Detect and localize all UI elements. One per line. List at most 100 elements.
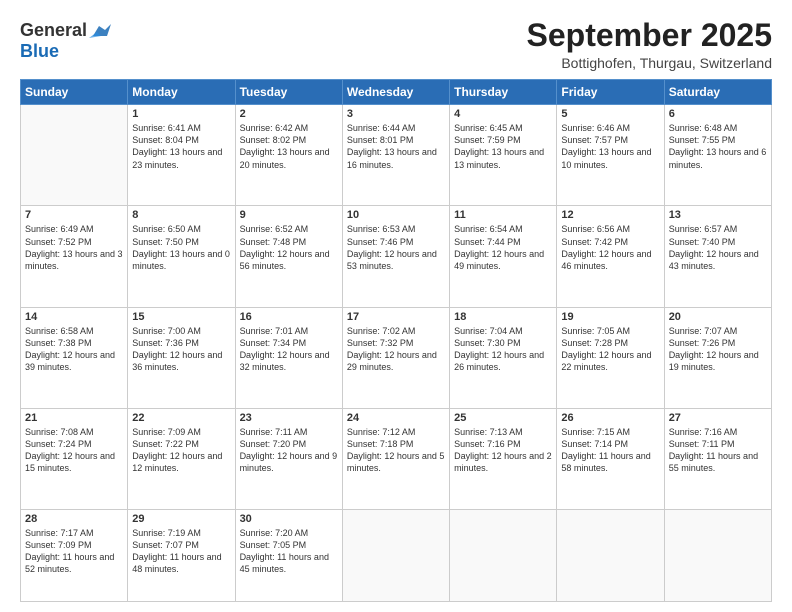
day-info: Sunrise: 6:58 AM Sunset: 7:38 PM Dayligh…	[25, 325, 123, 374]
table-row: 15 Sunrise: 7:00 AM Sunset: 7:36 PM Dayli…	[128, 307, 235, 408]
day-number: 28	[25, 513, 123, 525]
table-row: 24Sunrise: 7:12 AM Sunset: 7:18 PM Dayli…	[342, 408, 449, 509]
table-row: 26Sunrise: 7:15 AM Sunset: 7:14 PM Dayli…	[557, 408, 664, 509]
day-info: Sunrise: 6:44 AM Sunset: 8:01 PM Dayligh…	[347, 122, 445, 171]
day-info: Sunrise: 6:50 AM Sunset: 7:50 PM Dayligh…	[132, 223, 230, 272]
calendar-table: Sunday Monday Tuesday Wednesday Thursday…	[20, 79, 772, 602]
day-info: Sunrise: 6:48 AM Sunset: 7:55 PM Dayligh…	[669, 122, 767, 171]
day-info: Sunrise: 7:04 AM Sunset: 7:30 PM Dayligh…	[454, 325, 552, 374]
day-number: 6	[669, 108, 767, 120]
day-info: Sunrise: 7:01 AM Sunset: 7:34 PM Dayligh…	[240, 325, 338, 374]
title-block: September 2025 Bottighofen, Thurgau, Swi…	[527, 18, 772, 71]
day-number: 25	[454, 412, 552, 424]
table-row: 25Sunrise: 7:13 AM Sunset: 7:16 PM Dayli…	[450, 408, 557, 509]
day-info: Sunrise: 7:09 AM Sunset: 7:22 PM Dayligh…	[132, 426, 230, 475]
day-info: Sunrise: 7:08 AM Sunset: 7:24 PM Dayligh…	[25, 426, 123, 475]
day-info: Sunrise: 6:41 AM Sunset: 8:04 PM Dayligh…	[132, 122, 230, 171]
day-info: Sunrise: 7:15 AM Sunset: 7:14 PM Dayligh…	[561, 426, 659, 475]
header-thursday: Thursday	[450, 80, 557, 105]
day-info: Sunrise: 7:02 AM Sunset: 7:32 PM Dayligh…	[347, 325, 445, 374]
day-number: 30	[240, 513, 338, 525]
day-number: 4	[454, 108, 552, 120]
day-number: 7	[25, 209, 123, 221]
day-number: 17	[347, 311, 445, 323]
table-row: 30 Sunrise: 7:20 AM Sunset: 7:05 PM Dayli…	[235, 509, 342, 601]
day-info: Sunrise: 7:16 AM Sunset: 7:11 PM Dayligh…	[669, 426, 767, 475]
day-number: 8	[132, 209, 230, 221]
day-number: 12	[561, 209, 659, 221]
day-info: Sunrise: 6:42 AM Sunset: 8:02 PM Dayligh…	[240, 122, 338, 171]
day-number: 2	[240, 108, 338, 120]
day-info: Sunrise: 6:57 AM Sunset: 7:40 PM Dayligh…	[669, 223, 767, 272]
table-row: 17 Sunrise: 7:02 AM Sunset: 7:32 PM Dayli…	[342, 307, 449, 408]
table-row: 7 Sunrise: 6:49 AM Sunset: 7:52 PM Daylig…	[21, 206, 128, 307]
day-info: Sunrise: 6:46 AM Sunset: 7:57 PM Dayligh…	[561, 122, 659, 171]
day-info: Sunrise: 6:49 AM Sunset: 7:52 PM Dayligh…	[25, 223, 123, 272]
table-row: 12 Sunrise: 6:56 AM Sunset: 7:42 PM Dayli…	[557, 206, 664, 307]
day-info: Sunrise: 6:53 AM Sunset: 7:46 PM Dayligh…	[347, 223, 445, 272]
table-row: 10Sunrise: 6:53 AM Sunset: 7:46 PM Dayli…	[342, 206, 449, 307]
table-row	[342, 509, 449, 601]
weekday-header-row: Sunday Monday Tuesday Wednesday Thursday…	[21, 80, 772, 105]
table-row: 28 Sunrise: 7:17 AM Sunset: 7:09 PM Dayli…	[21, 509, 128, 601]
table-row	[21, 105, 128, 206]
day-number: 3	[347, 108, 445, 120]
table-row: 21 Sunrise: 7:08 AM Sunset: 7:24 PM Dayli…	[21, 408, 128, 509]
day-info: Sunrise: 6:54 AM Sunset: 7:44 PM Dayligh…	[454, 223, 552, 272]
day-number: 21	[25, 412, 123, 424]
day-info: Sunrise: 7:07 AM Sunset: 7:26 PM Dayligh…	[669, 325, 767, 374]
table-row: 23 Sunrise: 7:11 AM Sunset: 7:20 PM Dayli…	[235, 408, 342, 509]
table-row: 3 Sunrise: 6:44 AM Sunset: 8:01 PM Daylig…	[342, 105, 449, 206]
table-row: 29 Sunrise: 7:19 AM Sunset: 7:07 PM Dayli…	[128, 509, 235, 601]
day-number: 15	[132, 311, 230, 323]
table-row: 20 Sunrise: 7:07 AM Sunset: 7:26 PM Dayli…	[664, 307, 771, 408]
day-number: 11	[454, 209, 552, 221]
day-info: Sunrise: 7:00 AM Sunset: 7:36 PM Dayligh…	[132, 325, 230, 374]
table-row: 5 Sunrise: 6:46 AM Sunset: 7:57 PM Daylig…	[557, 105, 664, 206]
table-row	[557, 509, 664, 601]
logo-blue-text: Blue	[20, 41, 59, 61]
table-row: 6 Sunrise: 6:48 AM Sunset: 7:55 PM Daylig…	[664, 105, 771, 206]
day-info: Sunrise: 7:05 AM Sunset: 7:28 PM Dayligh…	[561, 325, 659, 374]
location: Bottighofen, Thurgau, Switzerland	[527, 55, 772, 71]
table-row	[450, 509, 557, 601]
day-number: 16	[240, 311, 338, 323]
logo-general-text: General	[20, 20, 87, 41]
day-number: 5	[561, 108, 659, 120]
day-number: 18	[454, 311, 552, 323]
table-row: 14Sunrise: 6:58 AM Sunset: 7:38 PM Dayli…	[21, 307, 128, 408]
day-info: Sunrise: 7:17 AM Sunset: 7:09 PM Dayligh…	[25, 527, 123, 576]
table-row: 27 Sunrise: 7:16 AM Sunset: 7:11 PM Dayli…	[664, 408, 771, 509]
day-info: Sunrise: 7:20 AM Sunset: 7:05 PM Dayligh…	[240, 527, 338, 576]
day-number: 20	[669, 311, 767, 323]
day-number: 19	[561, 311, 659, 323]
table-row: 9Sunrise: 6:52 AM Sunset: 7:48 PM Daylig…	[235, 206, 342, 307]
table-row: 4 Sunrise: 6:45 AM Sunset: 7:59 PM Daylig…	[450, 105, 557, 206]
table-row: 1 Sunrise: 6:41 AM Sunset: 8:04 PM Daylig…	[128, 105, 235, 206]
day-number: 27	[669, 412, 767, 424]
header-friday: Friday	[557, 80, 664, 105]
table-row: 8 Sunrise: 6:50 AM Sunset: 7:50 PM Daylig…	[128, 206, 235, 307]
logo: General Blue	[20, 20, 111, 62]
header-saturday: Saturday	[664, 80, 771, 105]
day-number: 29	[132, 513, 230, 525]
header-tuesday: Tuesday	[235, 80, 342, 105]
page: General Blue September 2025 Bottighofen,…	[0, 0, 792, 612]
table-row: 16 Sunrise: 7:01 AM Sunset: 7:34 PM Dayli…	[235, 307, 342, 408]
day-info: Sunrise: 6:56 AM Sunset: 7:42 PM Dayligh…	[561, 223, 659, 272]
day-number: 24	[347, 412, 445, 424]
day-info: Sunrise: 7:11 AM Sunset: 7:20 PM Dayligh…	[240, 426, 338, 475]
day-info: Sunrise: 6:45 AM Sunset: 7:59 PM Dayligh…	[454, 122, 552, 171]
day-number: 9	[240, 209, 338, 221]
header: General Blue September 2025 Bottighofen,…	[20, 18, 772, 71]
table-row: 2 Sunrise: 6:42 AM Sunset: 8:02 PM Daylig…	[235, 105, 342, 206]
day-number: 23	[240, 412, 338, 424]
table-row	[664, 509, 771, 601]
day-number: 1	[132, 108, 230, 120]
table-row: 13Sunrise: 6:57 AM Sunset: 7:40 PM Dayli…	[664, 206, 771, 307]
header-sunday: Sunday	[21, 80, 128, 105]
table-row: 19 Sunrise: 7:05 AM Sunset: 7:28 PM Dayli…	[557, 307, 664, 408]
day-info: Sunrise: 7:19 AM Sunset: 7:07 PM Dayligh…	[132, 527, 230, 576]
table-row: 11 Sunrise: 6:54 AM Sunset: 7:44 PM Dayli…	[450, 206, 557, 307]
table-row: 18 Sunrise: 7:04 AM Sunset: 7:30 PM Dayli…	[450, 307, 557, 408]
